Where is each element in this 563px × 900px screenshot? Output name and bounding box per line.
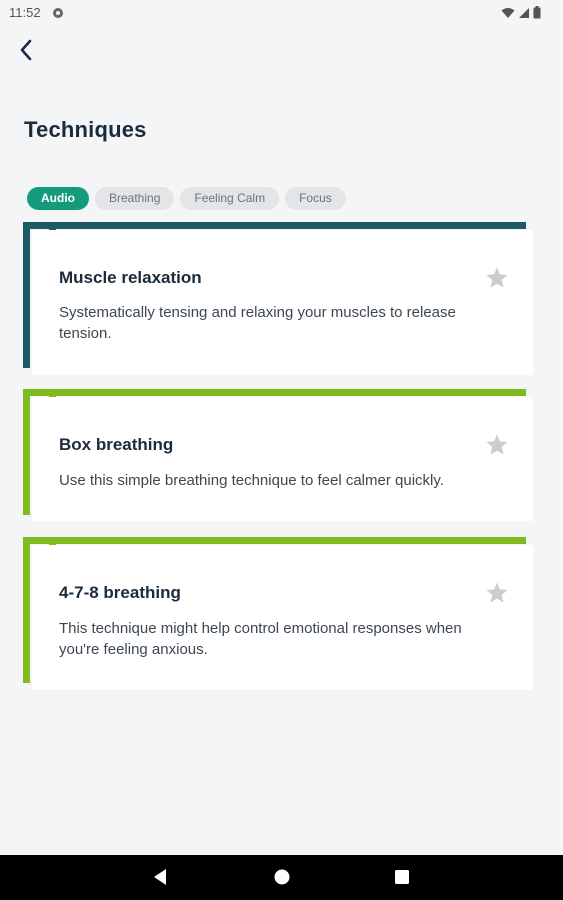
status-icons [501, 6, 541, 24]
chip-focus[interactable]: Focus [285, 187, 346, 210]
home-circle-icon [272, 869, 292, 891]
card-accent-top [23, 389, 526, 396]
card-accent-left [23, 389, 30, 515]
recents-square-icon [392, 870, 412, 891]
status-time: 11:52 [9, 5, 41, 20]
card-accent-top [23, 537, 526, 544]
favorite-button[interactable] [485, 581, 509, 605]
card-body: 4-7-8 breathing This technique might hel… [32, 545, 533, 690]
back-button[interactable] [12, 38, 40, 66]
card-body: Box breathing Use this simple breathing … [32, 397, 533, 521]
battery-icon [533, 6, 541, 24]
wifi-icon [501, 6, 515, 24]
notification-icon [52, 6, 64, 24]
chip-audio[interactable]: Audio [27, 187, 89, 210]
card-title: Muscle relaxation [59, 268, 202, 287]
status-bar: 11:52 [0, 0, 563, 26]
chip-feeling-calm[interactable]: Feeling Calm [180, 187, 280, 210]
chip-breathing[interactable]: Breathing [95, 187, 175, 210]
signal-icon [518, 6, 530, 24]
card-title: 4-7-8 breathing [59, 583, 181, 602]
star-icon [485, 582, 509, 609]
page-title: Techniques [24, 117, 147, 142]
star-icon [485, 434, 509, 461]
navigation-bar [0, 855, 563, 900]
technique-card-box-breathing[interactable]: Box breathing Use this simple breathing … [23, 389, 533, 521]
star-icon [485, 267, 509, 294]
chevron-left-icon [19, 39, 33, 66]
favorite-button[interactable] [485, 433, 509, 457]
card-body: Muscle relaxation Systematically tensing… [32, 230, 533, 375]
card-description: Systematically tensing and relaxing your… [59, 304, 456, 342]
technique-card-muscle-relaxation[interactable]: Muscle relaxation Systematically tensing… [23, 222, 533, 375]
card-description: Use this simple breathing technique to f… [59, 472, 444, 489]
favorite-button[interactable] [485, 266, 509, 290]
card-accent-left [23, 222, 30, 368]
back-triangle-icon [151, 869, 169, 891]
card-accent-left [23, 537, 30, 683]
nav-back-button[interactable] [151, 867, 169, 892]
nav-home-button[interactable] [272, 867, 292, 892]
nav-recents-button[interactable] [392, 867, 412, 892]
card-description: This technique might help control emotio… [59, 620, 462, 658]
card-accent-top [23, 222, 526, 229]
filter-chips: Audio Breathing Feeling Calm Focus [27, 187, 346, 210]
card-title: Box breathing [59, 435, 174, 454]
technique-card-478-breathing[interactable]: 4-7-8 breathing This technique might hel… [23, 537, 533, 690]
